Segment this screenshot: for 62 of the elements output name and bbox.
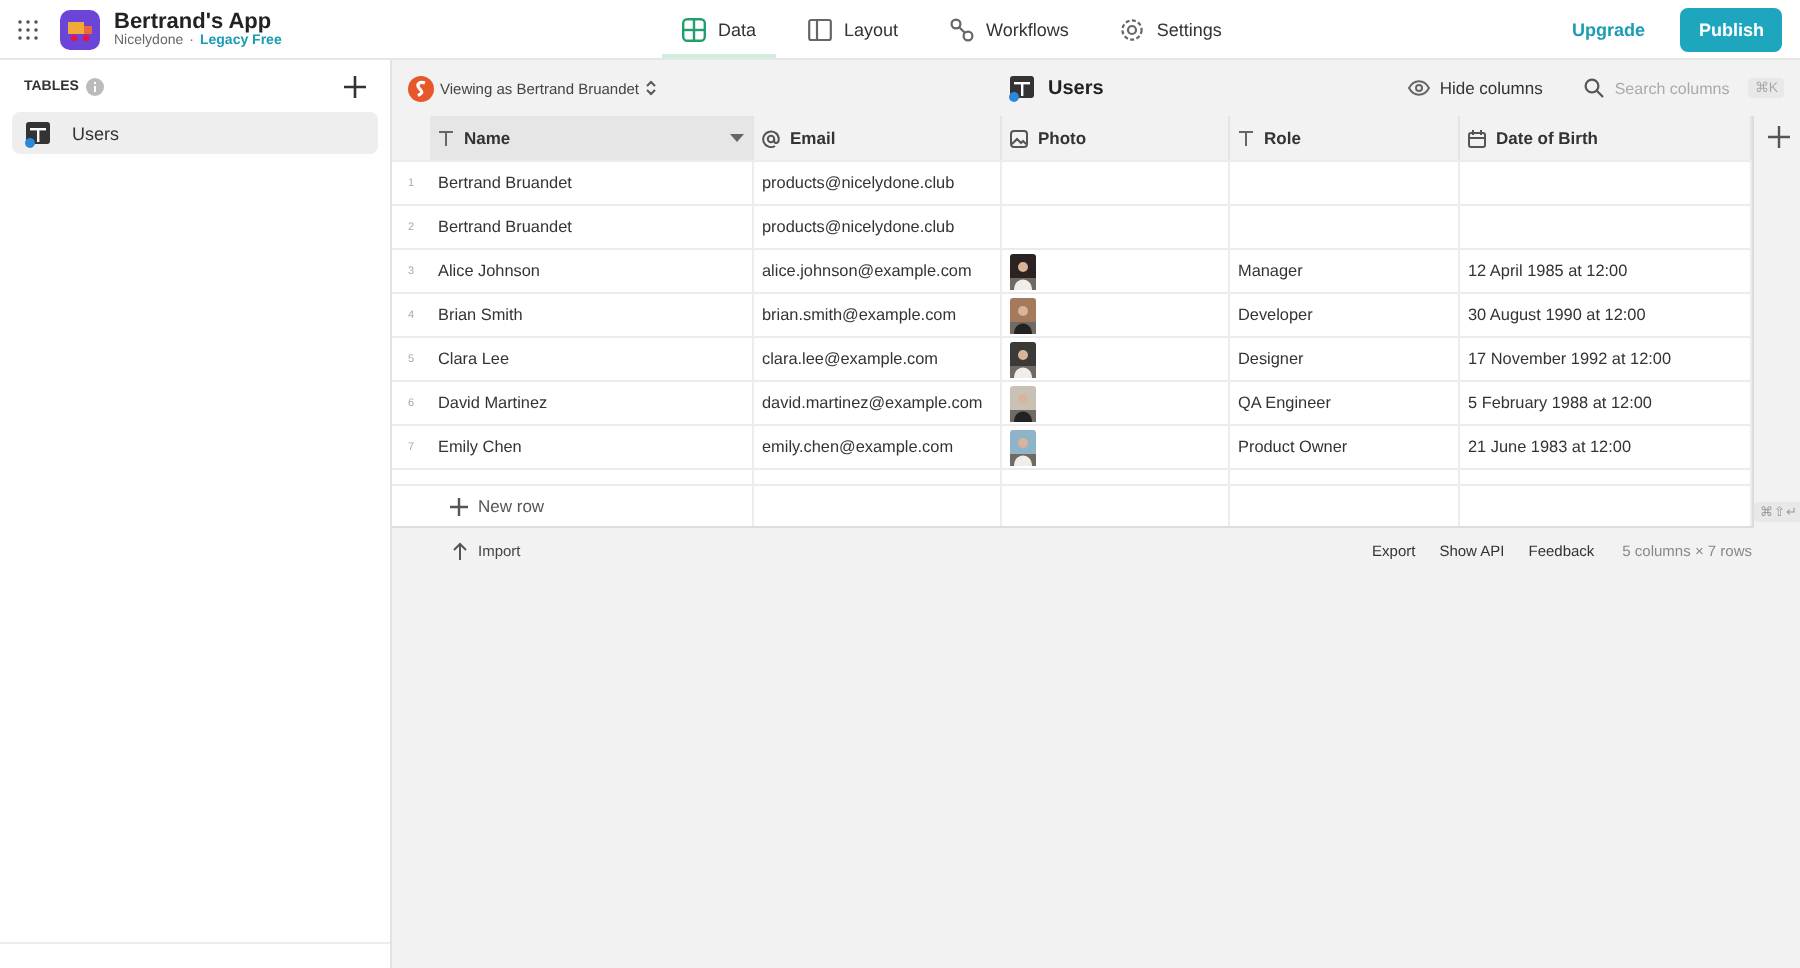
table-cell: Designer <box>1238 350 1304 368</box>
table-cell: Brian Smith <box>438 306 523 324</box>
add-table-icon[interactable] <box>344 75 366 97</box>
add-column-icon[interactable] <box>1768 126 1790 148</box>
table-cell: brian.smith@example.com <box>762 306 957 324</box>
nav-tab[interactable]: Workflows <box>930 0 1089 58</box>
layout-icon <box>808 17 833 41</box>
table-title: Users <box>1048 77 1104 99</box>
sort-caret-icon <box>645 80 656 96</box>
table-cell: clara.lee@example.com <box>762 350 938 368</box>
table-cell: 12 April 1985 at 12:00 <box>1468 262 1628 280</box>
nav-tab[interactable]: Layout <box>788 0 919 58</box>
at-sign-icon <box>762 129 780 147</box>
table-cell: products@nicelydone.club <box>762 218 955 236</box>
table-cell: alice.johnson@example.com <box>762 262 972 280</box>
table-cell: 17 November 1992 at 12:00 <box>1468 350 1672 368</box>
user-avatar-icon <box>408 75 434 101</box>
settings-icon <box>1120 17 1145 41</box>
table-cell: 21 June 1983 at 12:00 <box>1468 438 1631 456</box>
table-cell: Manager <box>1238 262 1303 280</box>
column-header[interactable]: Email <box>754 116 1002 160</box>
table-cell: Clara Lee <box>438 350 510 368</box>
column-header[interactable]: Date of Birth <box>1460 116 1752 160</box>
table-cell: Product Owner <box>1238 438 1348 456</box>
workflow-icon <box>950 17 975 41</box>
hide-columns-button[interactable]: Hide columns <box>1395 76 1555 100</box>
table-cell: emily.chen@example.com <box>762 438 954 456</box>
upload-arrow-icon <box>452 542 468 560</box>
table-cell: Alice Johnson <box>438 262 540 280</box>
image-icon <box>1010 129 1028 147</box>
sidebar-item[interactable]: Users <box>12 112 378 154</box>
search-icon <box>1584 78 1605 98</box>
nav-tab[interactable]: Settings <box>1100 0 1242 58</box>
table-icon <box>682 17 706 41</box>
table-cell: 5 February 1988 at 12:00 <box>1468 394 1652 412</box>
nav-tab[interactable]: Data <box>662 0 777 58</box>
app-logo-icon <box>60 9 100 49</box>
table-cell: Bertrand Bruandet <box>438 218 572 236</box>
table-icon <box>1008 74 1036 102</box>
info-icon <box>86 77 105 95</box>
plus-icon <box>450 497 468 515</box>
column-header[interactable]: Photo <box>1002 116 1230 160</box>
text-type-icon <box>438 130 454 146</box>
eye-icon <box>1407 80 1430 96</box>
text-type-icon <box>1238 130 1254 146</box>
table-cell: products@nicelydone.club <box>762 174 955 192</box>
table-cell: QA Engineer <box>1238 394 1331 412</box>
apps-grid-icon[interactable] <box>18 19 38 39</box>
table-icon <box>24 119 52 147</box>
table-cell: Bertrand Bruandet <box>438 174 572 192</box>
search-field[interactable]: Search columns <box>1614 79 1739 97</box>
column-header[interactable]: Name <box>430 116 754 160</box>
app-name: Bertrand's App <box>114 9 274 34</box>
calendar-icon <box>1468 129 1486 147</box>
dropdown-caret-icon[interactable] <box>730 134 744 142</box>
table-cell: Developer <box>1238 306 1313 324</box>
column-header[interactable]: Role <box>1230 116 1460 160</box>
table-cell: 30 August 1990 at 12:00 <box>1468 306 1646 324</box>
table-cell: Emily Chen <box>438 438 522 456</box>
new-row-button[interactable]: New row <box>438 494 557 518</box>
table-cell: david.martinez@example.com <box>762 394 983 412</box>
table-cell: David Martinez <box>438 394 548 412</box>
